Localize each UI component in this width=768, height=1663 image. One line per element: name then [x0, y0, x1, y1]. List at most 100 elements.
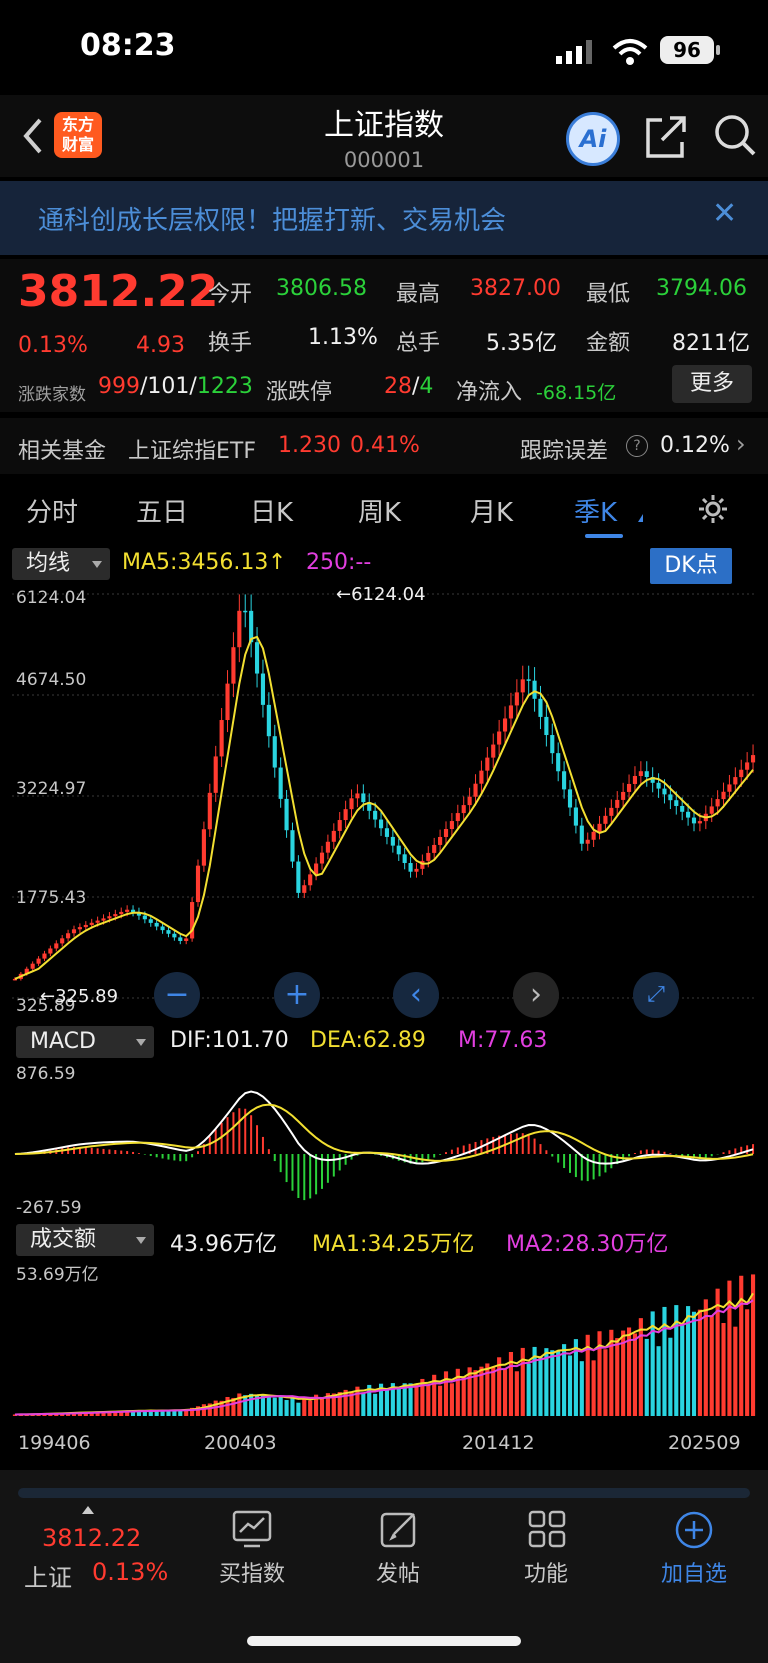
candle-body [213, 756, 218, 793]
candle-body [579, 825, 584, 844]
volume-bar [243, 1395, 248, 1416]
candle-body [296, 861, 301, 893]
candle-body [160, 926, 165, 931]
search-icon[interactable] [712, 112, 758, 160]
tab-quarterly[interactable]: 季K [574, 492, 617, 529]
volume-bar [603, 1349, 608, 1416]
more-button[interactable]: 更多 [672, 365, 752, 403]
candle-body [573, 807, 578, 826]
volume-bar [396, 1386, 401, 1416]
dk-point-button[interactable]: DK点 [650, 548, 732, 584]
ma-selector[interactable]: 均线 [12, 548, 110, 580]
nav-index-pct[interactable]: 0.13% [92, 1558, 168, 1586]
tab-intraday[interactable]: 分时 [26, 492, 78, 529]
zoom-in-button[interactable]: + [274, 972, 320, 1018]
volume-bar [461, 1376, 466, 1416]
candle-body [686, 811, 691, 818]
candle-body [668, 794, 673, 801]
candle-body [361, 793, 366, 803]
candle-body [638, 771, 643, 777]
add-circle-icon[interactable] [674, 1510, 714, 1550]
nav-index-name[interactable]: 上证 [24, 1558, 72, 1593]
nav-buy-index[interactable]: 买指数 [192, 1556, 312, 1588]
candle-body [502, 718, 508, 732]
volume-bar [668, 1337, 673, 1416]
volume-bar [491, 1367, 496, 1416]
volume-bar [373, 1393, 378, 1416]
zoom-out-button[interactable]: − [154, 972, 200, 1018]
share-icon[interactable] [644, 112, 688, 160]
volume-chart [12, 1274, 756, 1416]
candle-body [402, 854, 407, 864]
chevron-right-icon[interactable]: › [736, 430, 746, 458]
candle-body [567, 789, 573, 808]
candle-body [615, 799, 620, 808]
volume-bar [709, 1315, 714, 1416]
macd-top: 876.59 [16, 1064, 76, 1084]
scroll-right-button[interactable]: › [513, 972, 559, 1018]
candle-body [674, 800, 679, 806]
tab-weekly[interactable]: 周K [358, 492, 401, 529]
candle-body [603, 815, 608, 824]
candle-body [609, 807, 614, 816]
candle-body [107, 916, 112, 919]
low-marker-value: 325.89 [55, 986, 119, 1007]
candle-body [562, 771, 567, 790]
candle-body [254, 642, 260, 674]
volume-bar [632, 1333, 638, 1416]
volume-bar [691, 1311, 697, 1416]
macd-bottom: -267.59 [16, 1198, 82, 1218]
current-price: 3812.22 [18, 266, 219, 317]
expand-up-icon[interactable] [82, 1506, 94, 1514]
tab-daily[interactable]: 日K [250, 492, 293, 529]
y-tick-3: 3224.97 [16, 779, 87, 799]
candle-body [644, 771, 649, 778]
nav-add-watchlist[interactable]: 加自选 [634, 1556, 754, 1588]
help-icon[interactable]: ? [626, 435, 648, 457]
turnover-value: 1.13% [308, 325, 378, 350]
volume-selector-label: 成交额 [30, 1227, 97, 1252]
amount-label: 金额 [586, 331, 631, 356]
fullscreen-icon[interactable]: ⤢ [633, 972, 679, 1018]
settings-icon[interactable] [696, 492, 730, 526]
nav-function[interactable]: 功能 [486, 1556, 606, 1588]
close-icon[interactable]: ✕ [712, 196, 737, 231]
macd-dif: DIF:101.70 [170, 1028, 289, 1053]
fund-name[interactable]: 上证综指ETF [128, 433, 256, 465]
candle-body [597, 823, 602, 832]
candle-body [325, 841, 330, 853]
macd-selector[interactable]: MACD [16, 1026, 154, 1058]
high-marker-value: 6124.04 [351, 584, 426, 605]
candle-body [231, 647, 236, 684]
candle-body [172, 933, 177, 938]
candle-body [526, 679, 531, 681]
candle-body [727, 784, 732, 792]
banner-text[interactable]: 通科创成长层权限！把握打新、交易机会 [38, 200, 506, 237]
nav-index-price[interactable]: 3812.22 [42, 1524, 141, 1552]
ma5-arrow: ↑ [268, 550, 287, 575]
candle-body [130, 909, 136, 913]
volume-selector[interactable]: 成交额 [16, 1224, 154, 1256]
y-tick-2: 4674.50 [16, 670, 87, 690]
scroll-left-button[interactable]: ‹ [393, 972, 439, 1018]
tab-five-day[interactable]: 五日 [136, 492, 188, 529]
candle-body [508, 705, 514, 719]
volume-bar [260, 1395, 266, 1416]
tab-dropdown-icon[interactable] [638, 514, 643, 522]
candle-body [538, 698, 543, 717]
candle-body [166, 930, 171, 934]
grid-icon[interactable] [528, 1510, 568, 1548]
candle-body [733, 777, 738, 785]
ai-button[interactable]: Ai [566, 112, 620, 166]
edit-icon[interactable] [380, 1510, 420, 1548]
chart-icon[interactable] [232, 1510, 272, 1548]
volume-bar [308, 1400, 313, 1416]
candlestick-chart[interactable] [12, 588, 756, 1020]
tab-monthly[interactable]: 月K [470, 492, 513, 529]
turnover-label: 换手 [208, 331, 253, 356]
volume-bar [438, 1385, 443, 1416]
nav-post[interactable]: 发帖 [338, 1556, 458, 1588]
track-error-label: 跟踪误差 [520, 439, 609, 464]
candle-body [432, 844, 437, 853]
candle-body [54, 943, 59, 949]
